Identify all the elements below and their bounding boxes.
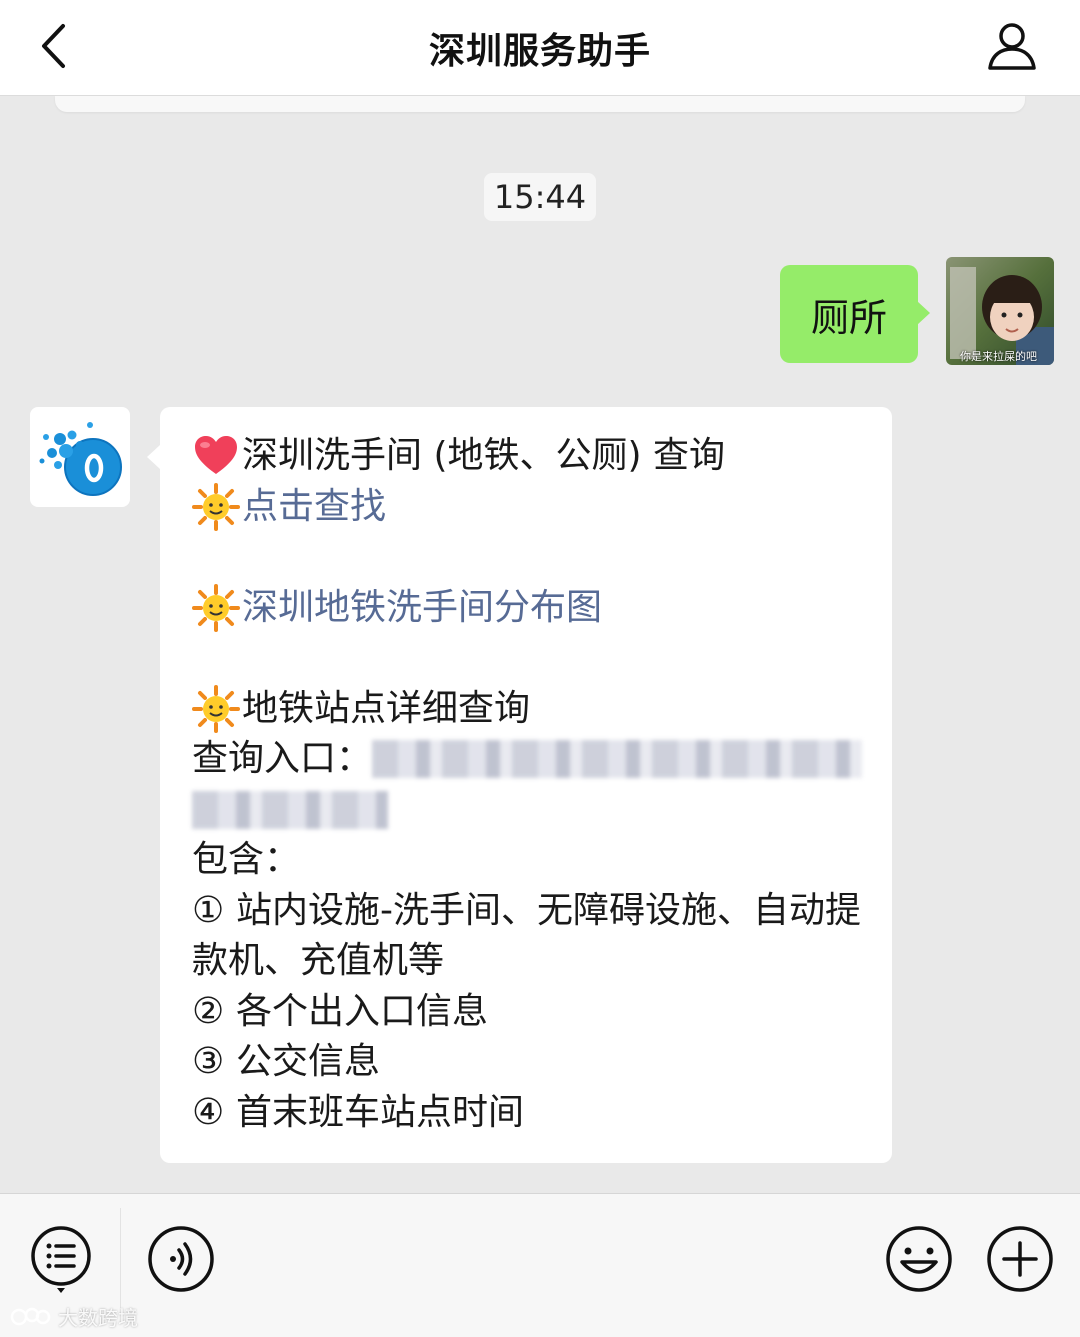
back-button[interactable] [30,20,84,74]
entry-label: 查询入口： [192,738,373,779]
sent-message-bubble[interactable]: 厕所 [780,265,930,363]
item-number: ② [192,990,225,1032]
plus-icon [987,1226,1053,1292]
list-item: ② 各个出入口信息 [192,987,862,1038]
sun-emoji [192,482,240,531]
detail-query-text: 地铁站点详细查询 [242,687,531,729]
redacted-link[interactable] [372,740,862,779]
page-title: 深圳服务助手 [428,30,651,72]
item-text: 首末班车站点时间 [236,1091,525,1133]
reply-line-title: 深圳洗手间 (地铁、公厕) 查询 [192,431,862,482]
top-nav-bar: 深圳服务助手 [0,0,1080,96]
sun-emoji [192,583,240,632]
item-text: 各个出入口信息 [236,990,489,1032]
reply-line-detail: 地铁站点详细查询 [192,684,862,735]
list-item: ④ 首末班车站点时间 [192,1088,862,1139]
redacted-link-continued[interactable] [192,790,388,829]
menu-list-icon [31,1226,91,1293]
received-message-bubble[interactable]: 深圳洗手间 (地铁、公厕) 查询 点击查找 深圳地铁洗手间分布图 地铁站点详细查… [147,407,892,1163]
back-icon [42,24,65,68]
reply-line-entry: 查询入口： [192,734,862,785]
more-button[interactable] [985,1226,1055,1296]
item-number: ③ [192,1041,225,1082]
item-text: 公交信息 [236,1041,381,1082]
metro-map-link[interactable]: 深圳地铁洗手间分布图 [242,583,602,634]
contains-label: 包含： [192,839,301,880]
user-avatar[interactable]: 你是来拉屎的吧 [946,257,1054,365]
sun-emoji [192,684,240,733]
bottom-input-bar: 大数跨境 [0,1193,1080,1337]
emoji-button[interactable] [884,1226,954,1296]
chat-area[interactable]: 15:44 厕所 你是来拉屎的吧 深圳洗手间 (地铁、公厕) 查询 点击查找 深… [0,97,1080,1193]
item-text: 站内设施-洗手间、无障碍设施、自动提款机、充值机等 [192,889,861,982]
profile-button[interactable] [984,18,1040,74]
emoji-face-icon [886,1226,952,1292]
item-number: ④ [192,1091,225,1133]
voice-button[interactable] [146,1226,216,1296]
heart-emoji [195,436,237,475]
avatar-caption: 你是来拉屎的吧 [960,350,1037,363]
user-profile-icon [988,23,1036,70]
watermark: 大数跨境 [10,1302,138,1331]
divider [120,1208,121,1308]
reply-line-entry-cont [192,785,862,836]
item-number: ① [192,889,225,931]
bot-avatar[interactable] [30,407,130,507]
list-item: ③ 公交信息 [192,1037,862,1088]
list-item: ① 站内设施-洗手间、无障碍设施、自动提款机、充值机等 [192,886,862,987]
find-link[interactable]: 点击查找 [242,482,386,533]
reply-link-map[interactable]: 深圳地铁洗手间分布图 [192,583,862,634]
watermark-text: 大数跨境 [58,1306,138,1330]
watermark-logo-icon [10,1307,51,1325]
menu-button[interactable] [28,1224,98,1294]
reply-line-contains: 包含： [192,835,862,886]
reply-title-text: 深圳洗手间 (地铁、公厕) 查询 [242,435,725,476]
reply-link-find[interactable]: 点击查找 [192,482,862,533]
bot-logo-icon [39,422,122,496]
pinned-card-edge [55,96,1025,112]
message-timestamp: 15:44 [484,173,596,221]
voice-icon [148,1226,214,1292]
